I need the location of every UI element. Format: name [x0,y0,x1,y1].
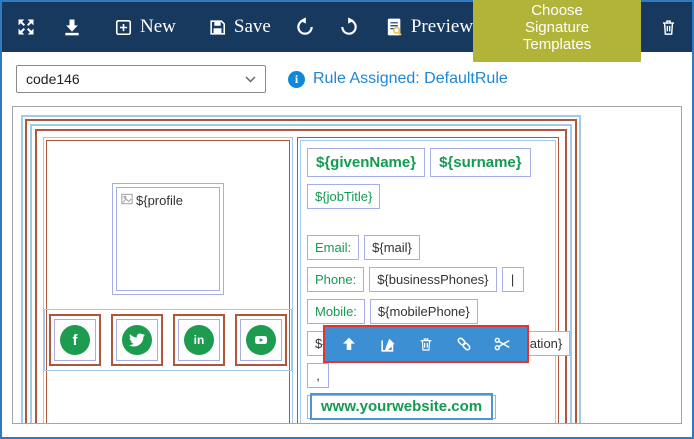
link-button[interactable] [455,335,473,353]
phone-separator[interactable]: | [502,267,524,292]
linkedin-glyph: in [194,333,205,347]
element-edit-toolbar [323,325,529,363]
field-given-name[interactable]: ${givenName} [307,148,425,177]
preview-button[interactable]: Preview [385,16,473,38]
social-icons-row: f [44,309,292,371]
template-select-value: code146 [26,71,80,87]
field-mobile-phone[interactable]: ${mobilePhone} [370,299,478,324]
field-website[interactable]: www.yourwebsite.com [310,393,493,420]
nested-border-1: ${profile f [21,115,581,424]
field-business-phones[interactable]: ${businessPhones} [369,267,496,292]
nested-border-3: ${profile f [30,124,572,424]
signature-editor-canvas[interactable]: ${profile f [12,106,682,424]
nested-border-4: ${profile f [35,129,567,424]
download-icon [62,17,82,37]
new-button-label: New [140,16,176,38]
delete-element-button[interactable] [418,335,434,353]
link-icon [455,335,473,353]
signature-table-row: ${profile f [43,137,559,424]
signature-left-cell: ${profile f [43,137,293,424]
chevron-down-icon [245,76,256,83]
expand-arrows-icon [16,17,36,37]
social-twitter-frame [116,319,158,361]
trash-icon [659,17,678,37]
selector-row: code146 i Rule Assigned: DefaultRule [2,52,692,99]
row-spacer [307,216,549,228]
facebook-icon[interactable]: f [60,325,90,355]
main-toolbar: New Save [2,2,692,52]
profile-image-inner: ${profile [116,187,220,291]
redo-icon [339,17,359,37]
social-linkedin-frame: in [178,319,220,361]
delete-template-button[interactable] [659,17,678,37]
cut-button[interactable] [493,335,512,353]
youtube-icon[interactable] [246,325,276,355]
save-button[interactable]: Save [208,16,271,38]
field-surname[interactable]: ${surname} [430,148,531,177]
field-job-title[interactable]: ${jobTitle} [307,184,380,209]
signature-right-cell-inner: ${givenName} ${surname} ${jobTitle} Emai… [300,140,556,424]
social-facebook-frame: f [54,319,96,361]
redo-button[interactable] [339,17,359,37]
edit-icon [379,335,398,354]
rule-assigned-text: Rule Assigned: DefaultRule [313,70,508,88]
save-button-label: Save [234,16,271,38]
trash-icon [418,335,434,353]
edit-button[interactable] [379,335,398,354]
social-item-linkedin[interactable]: in [173,314,225,366]
expand-button[interactable] [16,17,36,37]
mobile-label[interactable]: Mobile: [307,299,365,324]
field-mail[interactable]: ${mail} [364,235,420,260]
phone-label[interactable]: Phone: [307,267,364,292]
download-button[interactable] [62,17,82,37]
app-window: New Save [0,0,694,439]
broken-image-icon [121,193,133,205]
plus-square-icon [114,18,133,37]
facebook-glyph: f [73,332,78,349]
template-select[interactable]: code146 [16,65,266,93]
undo-icon [295,17,315,37]
floppy-save-icon [208,18,227,37]
comma-separator-2[interactable]: , [307,363,329,388]
rule-assigned: i Rule Assigned: DefaultRule [288,70,508,88]
info-icon: i [288,71,305,88]
profile-placeholder-text: ${profile [136,193,183,208]
new-button[interactable]: New [114,16,176,38]
social-youtube-frame [240,319,282,361]
arrow-up-icon [340,335,358,353]
move-up-button[interactable] [340,335,358,353]
linkedin-icon[interactable]: in [184,325,214,355]
twitter-icon[interactable] [122,325,152,355]
website-cell: www.yourwebsite.com [307,395,496,419]
undo-button[interactable] [295,17,315,37]
social-item-facebook[interactable]: f [49,314,101,366]
signature-left-cell-inner: ${profile f [46,140,290,424]
social-item-youtube[interactable] [235,314,287,366]
scissors-icon [493,335,512,353]
email-label[interactable]: Email: [307,235,359,260]
nested-border-2: ${profile f [25,119,577,424]
preview-icon [385,17,404,37]
profile-image-placeholder[interactable]: ${profile [112,183,224,295]
preview-button-label: Preview [411,16,473,38]
signature-right-cell: ${givenName} ${surname} ${jobTitle} Emai… [297,137,559,424]
social-item-twitter[interactable] [111,314,163,366]
